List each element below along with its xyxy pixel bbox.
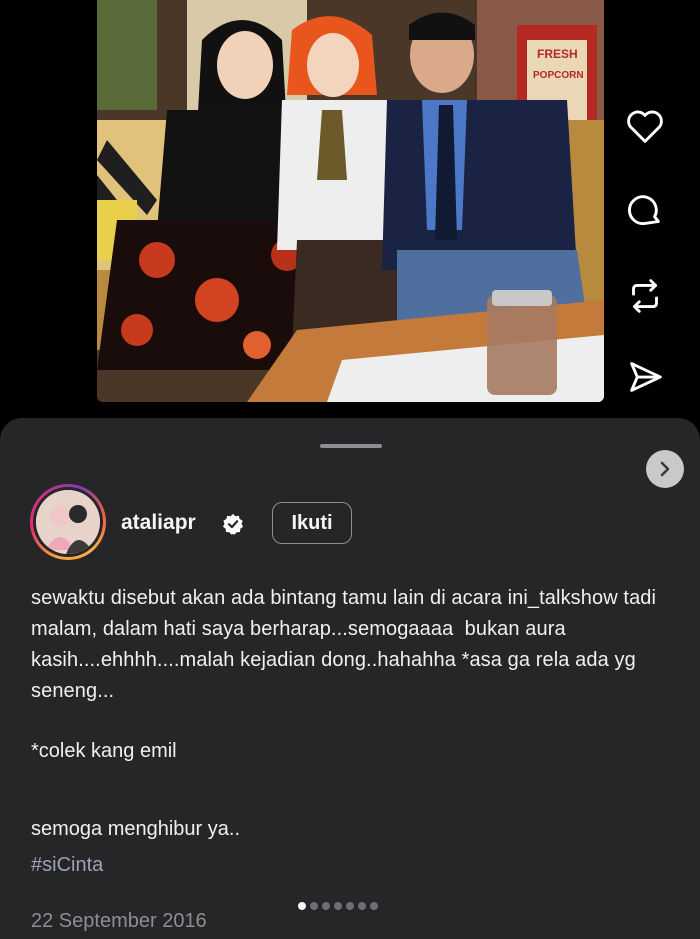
heart-icon xyxy=(627,110,663,143)
post-caption: sewaktu disebut akan ada bintang tamu la… xyxy=(31,583,681,707)
follow-button[interactable]: Ikuti xyxy=(272,502,352,544)
post-detail-sheet: ataliapr Ikuti sewaktu disebut akan ada … xyxy=(0,418,700,939)
avatar-image xyxy=(36,490,100,554)
carousel-dot xyxy=(322,902,330,910)
verified-badge-icon xyxy=(223,514,243,535)
carousel-dot xyxy=(298,902,306,910)
popcorn-sign-text-2: POPCORN xyxy=(533,70,584,81)
repost-button[interactable] xyxy=(620,271,670,321)
post-media-area: FRESH POPCORN xyxy=(0,0,700,420)
username-link[interactable]: ataliapr xyxy=(121,511,196,535)
comment-icon xyxy=(628,195,660,225)
photo-scene: FRESH POPCORN xyxy=(97,0,604,402)
caption-text: sewaktu disebut akan ada bintang tamu la… xyxy=(31,587,662,702)
caption-mention-line: *colek kang emil xyxy=(31,740,177,762)
next-post-button[interactable] xyxy=(646,450,684,488)
carousel-dot xyxy=(346,902,354,910)
avatar[interactable] xyxy=(30,484,106,560)
carousel-indicator xyxy=(298,902,378,910)
post-date: 22 September 2016 xyxy=(31,910,207,932)
comment-button[interactable] xyxy=(620,185,670,235)
chevron-right-icon xyxy=(660,461,670,477)
carousel-dot xyxy=(370,902,378,910)
send-icon xyxy=(630,362,662,392)
carousel-dot xyxy=(310,902,318,910)
carousel-dot xyxy=(358,902,366,910)
post-photo[interactable]: FRESH POPCORN xyxy=(97,0,604,402)
hashtag-link[interactable]: #siCinta xyxy=(31,854,103,877)
repost-icon xyxy=(632,279,658,313)
like-button[interactable] xyxy=(620,101,670,151)
carousel-dot xyxy=(334,902,342,910)
share-button[interactable] xyxy=(620,352,670,402)
caption-closing-line: semoga menghibur ya.. xyxy=(31,818,241,840)
sheet-grabber[interactable] xyxy=(320,444,382,448)
popcorn-sign-text-1: FRESH xyxy=(537,47,578,61)
